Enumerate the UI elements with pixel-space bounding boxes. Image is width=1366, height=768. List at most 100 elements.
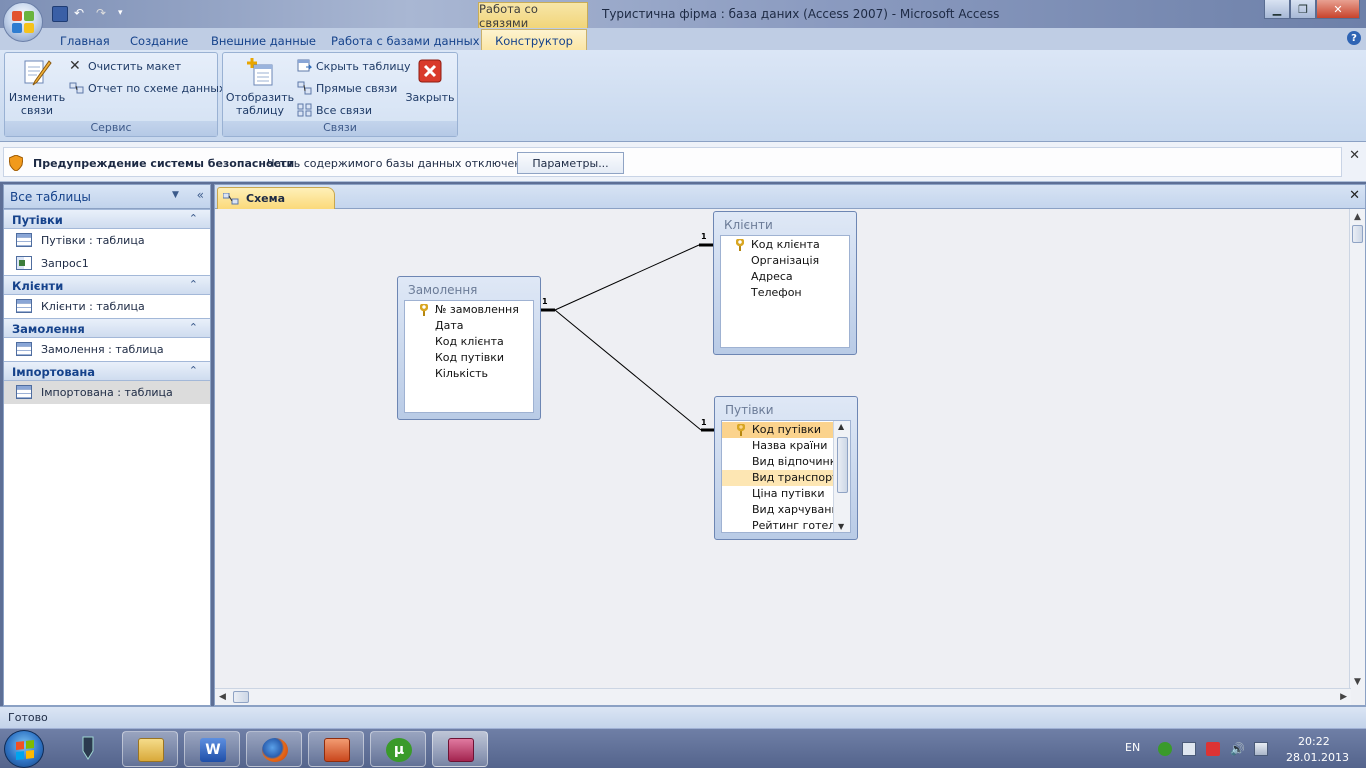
collapse-group-icon[interactable]: ⌃: [189, 212, 198, 225]
table-box-klienty[interactable]: Клієнти Код клієнта Організація Адреса Т…: [713, 211, 857, 355]
field-row[interactable]: Код путівки: [722, 422, 834, 438]
tab-home[interactable]: Главная: [48, 31, 122, 50]
save-icon[interactable]: [52, 6, 68, 22]
security-options-button[interactable]: Параметры...: [517, 152, 624, 174]
nav-group-importovana[interactable]: Імпортована ⌃: [4, 361, 210, 381]
nav-item-zamolennya-table[interactable]: Замолення : таблица: [4, 338, 210, 361]
field-row[interactable]: Код путівки: [405, 350, 533, 366]
scroll-down-icon[interactable]: ▼: [1354, 677, 1361, 687]
undo-icon[interactable]: ↶: [74, 6, 90, 22]
device-tray-icon[interactable]: [1182, 742, 1196, 756]
field-name: Ціна путівки: [752, 487, 825, 500]
relationship-report-icon: [69, 81, 84, 95]
start-button[interactable]: [4, 730, 44, 768]
volume-icon[interactable]: 🔊: [1230, 742, 1245, 756]
relationships-canvas[interactable]: 1 1 1 Замолення № замовлення Дата Код кл…: [215, 209, 1351, 690]
scroll-down-icon[interactable]: ▼: [838, 522, 844, 531]
field-row[interactable]: Організація: [721, 253, 849, 269]
nav-group-putivky[interactable]: Путівки ⌃: [4, 209, 210, 229]
collapse-group-icon[interactable]: ⌃: [189, 364, 198, 377]
clock-date[interactable]: 28.01.2013: [1286, 751, 1349, 764]
chevron-down-icon[interactable]: ▼: [172, 190, 184, 202]
field-row[interactable]: Вид транспорту: [722, 470, 834, 486]
taskbar-firefox[interactable]: [246, 731, 302, 767]
nav-item-query1[interactable]: Запрос1: [4, 252, 210, 275]
network-icon[interactable]: [1254, 742, 1268, 756]
direct-relationships-button[interactable]: Прямые связи: [297, 81, 397, 95]
restore-button[interactable]: ❐: [1290, 0, 1316, 19]
vertical-scroll-thumb[interactable]: [1352, 225, 1363, 243]
relationship-report-button[interactable]: Отчет по схеме данных: [69, 81, 225, 95]
clock-time[interactable]: 20:22: [1298, 735, 1330, 748]
field-row[interactable]: Вид відпочинку: [722, 454, 834, 470]
field-row[interactable]: Код клієнта: [405, 334, 533, 350]
collapse-pane-icon[interactable]: «: [197, 188, 204, 202]
edit-relationships-button[interactable]: Изменить связи: [7, 57, 67, 117]
close-relationships-button[interactable]: Закрыть: [405, 57, 455, 104]
scroll-thumb[interactable]: [837, 437, 848, 493]
field-row[interactable]: Кількість: [405, 366, 533, 382]
document-tab-bar: Схема данных ✕: [215, 185, 1365, 218]
field-name: Вид відпочинку: [752, 455, 834, 468]
field-row[interactable]: Телефон: [721, 285, 849, 301]
table-box-putivky[interactable]: Путівки Код путівки Назва країни Вид від…: [714, 396, 858, 540]
show-table-button[interactable]: Отобразить таблицу: [226, 57, 294, 117]
relation-line-putivky[interactable]: [554, 309, 702, 431]
hide-table-button[interactable]: Скрыть таблицу: [297, 59, 411, 73]
security-bar-close-icon[interactable]: ✕: [1349, 148, 1360, 163]
nav-item-putivky-table[interactable]: Путівки : таблица: [4, 229, 210, 252]
field-row[interactable]: Назва країни: [722, 438, 834, 454]
field-name: Код клієнта: [435, 335, 504, 348]
office-button[interactable]: [3, 2, 43, 42]
taskbar-access[interactable]: [432, 731, 488, 767]
language-indicator[interactable]: EN: [1125, 741, 1140, 754]
utorrent-tray-icon[interactable]: [1158, 742, 1172, 756]
help-icon[interactable]: ?: [1347, 31, 1361, 45]
horizontal-scrollbar[interactable]: ◀ ▶: [215, 688, 1351, 705]
scroll-left-icon[interactable]: ◀: [219, 692, 226, 702]
vertical-scrollbar[interactable]: ▲ ▼: [1349, 209, 1365, 690]
field-row[interactable]: Адреса: [721, 269, 849, 285]
field-name: Адреса: [751, 270, 793, 283]
nav-group-klienty[interactable]: Клієнти ⌃: [4, 275, 210, 295]
field-row[interactable]: Ціна путівки: [722, 486, 834, 502]
field-row[interactable]: № замовлення: [405, 302, 533, 318]
taskbar-utorrent[interactable]: µ: [370, 731, 426, 767]
close-button[interactable]: ✕: [1316, 0, 1360, 19]
tab-external-data[interactable]: Внешние данные: [199, 31, 328, 50]
horizontal-scroll-thumb[interactable]: [233, 691, 249, 703]
pinned-app-icon[interactable]: [78, 735, 98, 763]
tab-relationships[interactable]: Схема данных: [217, 187, 335, 218]
field-row[interactable]: Код клієнта: [721, 237, 849, 253]
all-relationships-button[interactable]: Все связи: [297, 103, 372, 117]
customize-qat-icon[interactable]: ▾: [118, 6, 134, 22]
clear-layout-button[interactable]: ✕ Очистить макет: [69, 59, 181, 73]
minimize-button[interactable]: ▁: [1264, 0, 1290, 19]
collapse-group-icon[interactable]: ⌃: [189, 321, 198, 334]
relation-line-klienty[interactable]: [554, 244, 700, 311]
collapse-group-icon[interactable]: ⌃: [189, 278, 198, 291]
field-name: Код клієнта: [751, 238, 820, 251]
field-row[interactable]: Вид харчування: [722, 502, 834, 518]
taskbar-explorer[interactable]: [122, 731, 178, 767]
flag-tray-icon[interactable]: [1206, 742, 1220, 756]
taskbar-word[interactable]: W: [184, 731, 240, 767]
field-row[interactable]: Дата: [405, 318, 533, 334]
field-row[interactable]: Рейтинг готелю: [722, 518, 834, 532]
tab-database-tools[interactable]: Работа с базами данных: [319, 31, 492, 50]
nav-item-importovana-table[interactable]: Імпортована : таблица: [4, 381, 210, 404]
tab-design[interactable]: Конструктор: [481, 29, 587, 51]
document-close-icon[interactable]: ✕: [1349, 188, 1360, 203]
scroll-right-icon[interactable]: ▶: [1340, 692, 1347, 702]
nav-group-zamolennya[interactable]: Замолення ⌃: [4, 318, 210, 338]
nav-pane-header[interactable]: Все таблицы ▼ «: [4, 185, 210, 209]
relationships-icon: [222, 192, 239, 205]
tab-create[interactable]: Создание: [118, 31, 200, 50]
table-box-zamolennya[interactable]: Замолення № замовлення Дата Код клієнта …: [397, 276, 541, 420]
scroll-up-icon[interactable]: ▲: [838, 422, 844, 431]
scroll-up-icon[interactable]: ▲: [1354, 212, 1361, 222]
taskbar-powerpoint[interactable]: [308, 731, 364, 767]
redo-icon[interactable]: ↷: [96, 6, 112, 22]
nav-item-klienty-table[interactable]: Клієнти : таблица: [4, 295, 210, 318]
field-list-scrollbar[interactable]: ▲ ▼: [833, 421, 850, 532]
